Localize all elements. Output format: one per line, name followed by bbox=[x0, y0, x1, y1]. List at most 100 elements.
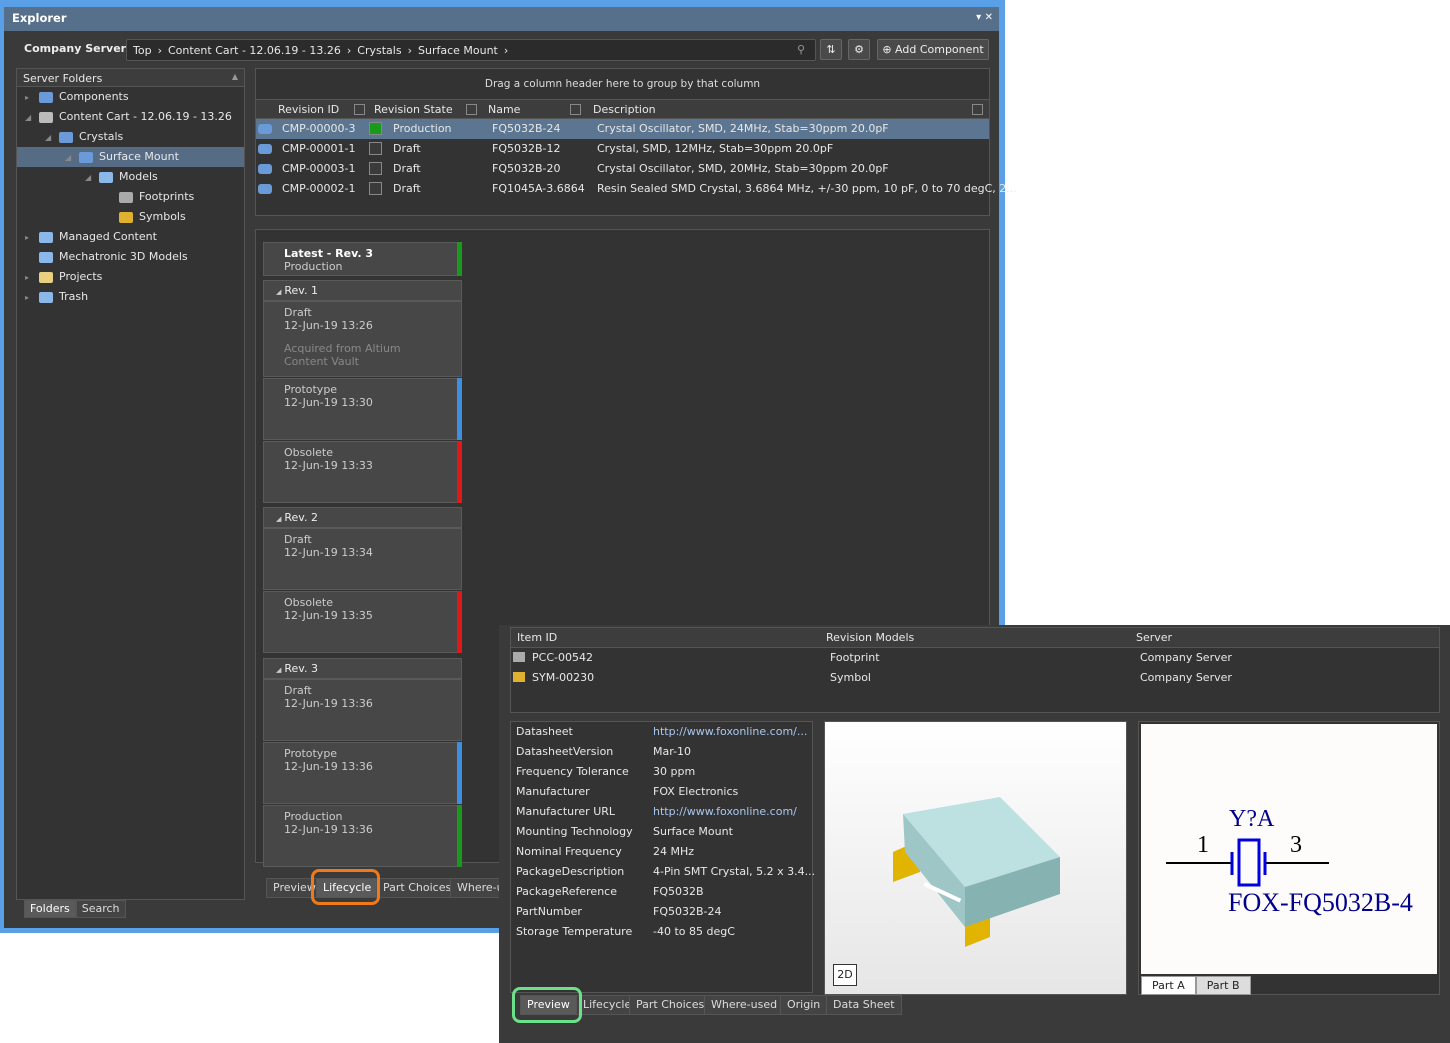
property-value: 24 MHz bbox=[653, 845, 695, 858]
lifecycle-state-card[interactable]: Draft 12-Jun-19 13:26 Acquired from Altium… bbox=[263, 301, 462, 377]
property-row: DatasheetVersion Mar-10 bbox=[511, 742, 812, 762]
folder-label: Components bbox=[59, 90, 129, 103]
tab-data-sheet[interactable]: Data Sheet bbox=[826, 995, 902, 1015]
lifecycle-state-card[interactable]: Obsolete 12-Jun-19 13:35 bbox=[263, 591, 462, 653]
search-icon[interactable]: ⚲ bbox=[797, 43, 805, 56]
2d-toggle-button[interactable]: 2D bbox=[833, 964, 857, 986]
part-tab-b[interactable]: Part B bbox=[1195, 976, 1251, 995]
tab-search[interactable]: Search bbox=[75, 900, 126, 918]
tab-where-used[interactable]: Where-used bbox=[704, 995, 785, 1015]
column-header[interactable]: Description bbox=[593, 103, 656, 116]
state-name: Prototype bbox=[284, 383, 338, 396]
add-component-button[interactable]: ⊕ Add Component bbox=[877, 39, 989, 60]
expand-arrow-icon[interactable]: ▸ bbox=[25, 268, 35, 288]
folder-item[interactable]: ▸ Trash bbox=[17, 287, 244, 307]
breadcrumb-item[interactable]: Top bbox=[133, 44, 152, 57]
column-header[interactable]: Name bbox=[488, 103, 520, 116]
lifecycle-state-card[interactable]: Draft 12-Jun-19 13:34 bbox=[263, 528, 462, 590]
table-row[interactable]: CMP-00002-1 Draft FQ1045A-3.6864 Resin Seal… bbox=[256, 179, 1017, 199]
property-value[interactable]: http://www.foxonline.com/ bbox=[653, 802, 797, 822]
column-header[interactable]: Revision State bbox=[374, 103, 453, 116]
symbol-designator: Y?A bbox=[1229, 806, 1275, 832]
lifecycle-state-card[interactable]: Production 12-Jun-19 13:36 bbox=[263, 805, 462, 867]
folder-item[interactable]: ◢ Models bbox=[17, 167, 244, 187]
breadcrumb-item[interactable]: Content Cart - 12.06.19 - 13.26 bbox=[168, 44, 341, 57]
revision-id: CMP-00001-1 bbox=[282, 142, 356, 155]
column-filter-icon[interactable] bbox=[354, 104, 365, 115]
state-name: Draft bbox=[284, 306, 312, 319]
folder-item[interactable]: ▸ Components bbox=[17, 87, 244, 107]
expand-arrow-icon[interactable]: ◢ bbox=[25, 108, 35, 128]
part-tab-a[interactable]: Part A bbox=[1141, 976, 1196, 995]
collapse-arrow-icon[interactable]: ◢ bbox=[276, 288, 281, 296]
table-row[interactable]: CMP-00001-1 Draft FQ5032B-12 Crystal, SMD, … bbox=[256, 139, 989, 159]
component-icon bbox=[79, 151, 93, 163]
table-row[interactable]: CMP-00000-3 Production FQ5032B-24 Crystal O… bbox=[256, 119, 989, 139]
property-value[interactable]: http://www.foxonline.com/... bbox=[653, 722, 807, 742]
settings-gear-icon[interactable]: ⚙ bbox=[848, 39, 870, 60]
server-dropdown[interactable]: Company Server ▾ bbox=[24, 42, 135, 55]
lifecycle-state-card[interactable]: Prototype 12-Jun-19 13:36 bbox=[263, 742, 462, 804]
window-controls[interactable]: ▾ ✕ bbox=[976, 12, 993, 23]
lifecycle-state-card[interactable]: Prototype 12-Jun-19 13:30 bbox=[263, 378, 462, 440]
column-header[interactable]: Revision ID bbox=[278, 103, 339, 116]
refresh-button[interactable]: ⇅ bbox=[820, 39, 842, 60]
expand-arrow-icon[interactable]: ▸ bbox=[25, 288, 35, 308]
folder-label: Surface Mount bbox=[99, 150, 179, 163]
tab-origin[interactable]: Origin bbox=[780, 995, 828, 1015]
server: Company Server bbox=[1140, 651, 1232, 664]
expand-arrow-icon[interactable]: ◢ bbox=[85, 168, 95, 188]
folder-label: Footprints bbox=[139, 190, 195, 203]
model-row[interactable]: PCC-00542 Footprint Company Server bbox=[511, 648, 1439, 668]
folder-item[interactable]: Symbols bbox=[17, 207, 244, 227]
folder-item[interactable]: ◢ Surface Mount bbox=[17, 147, 244, 167]
collapse-arrow-icon[interactable]: ◢ bbox=[276, 666, 281, 674]
property-name: Manufacturer URL bbox=[516, 805, 616, 818]
folder-item[interactable]: ▸ Managed Content bbox=[17, 227, 244, 247]
column-header[interactable]: Revision Models bbox=[826, 631, 914, 644]
lifecycle-state-card[interactable]: Draft 12-Jun-19 13:36 bbox=[263, 679, 462, 741]
expand-arrow-icon[interactable]: ▸ bbox=[25, 228, 35, 248]
column-header[interactable]: Item ID bbox=[517, 631, 557, 644]
latest-revision-card[interactable]: Latest - Rev. 3 Production bbox=[263, 242, 462, 276]
tab-part-choices[interactable]: Part Choices bbox=[629, 995, 712, 1015]
column-filter-icon[interactable] bbox=[972, 104, 983, 115]
symbol-icon bbox=[513, 672, 525, 682]
column-filter-icon[interactable] bbox=[466, 104, 477, 115]
folder-item[interactable]: Mechatronic 3D Models bbox=[17, 247, 244, 267]
revision-header[interactable]: ◢ Rev. 2 bbox=[263, 507, 462, 528]
server-folders-panel: Server Folders ▲ ▸ Components ◢ Content Cart… bbox=[16, 68, 245, 900]
tab-part choices[interactable]: Part Choices bbox=[376, 878, 459, 898]
folder-item[interactable]: ◢ Content Cart - 12.06.19 - 13.26 bbox=[17, 107, 244, 127]
latest-title: Latest - Rev. 3 bbox=[284, 247, 374, 260]
breadcrumb-item[interactable]: Surface Mount bbox=[418, 44, 498, 57]
collapse-arrow-icon[interactable]: ◢ bbox=[276, 515, 281, 523]
expand-arrow-icon[interactable]: ▸ bbox=[25, 88, 35, 108]
3d-preview[interactable]: 2D bbox=[824, 721, 1127, 995]
folder-item[interactable]: ▸ Projects bbox=[17, 267, 244, 287]
project-icon bbox=[39, 271, 53, 283]
expand-arrow-icon[interactable]: ◢ bbox=[65, 148, 75, 168]
column-header[interactable]: Server bbox=[1136, 631, 1172, 644]
revision-id: CMP-00002-1 bbox=[282, 182, 356, 195]
table-row[interactable]: CMP-00003-1 Draft FQ5032B-20 Crystal Oscill… bbox=[256, 159, 989, 179]
lifecycle-state-card[interactable]: Obsolete 12-Jun-19 13:33 bbox=[263, 441, 462, 503]
breadcrumb[interactable]: Top › Content Cart - 12.06.19 - 13.26 › Crys… bbox=[126, 39, 816, 61]
folder-label: Crystals bbox=[79, 130, 124, 143]
tab-folders[interactable]: Folders bbox=[24, 900, 76, 918]
footprint-icon bbox=[119, 191, 133, 203]
state-name: Prototype bbox=[284, 747, 338, 760]
folder-item[interactable]: ◢ Crystals bbox=[17, 127, 244, 147]
property-name: PackageDescription bbox=[516, 865, 625, 878]
breadcrumb-item[interactable]: Crystals bbox=[357, 44, 401, 57]
property-row: Manufacturer FOX Electronics bbox=[511, 782, 812, 802]
state-name: Obsolete bbox=[284, 446, 334, 459]
revision-state: Draft bbox=[393, 142, 421, 155]
revision-header[interactable]: ◢ Rev. 1 bbox=[263, 280, 462, 301]
column-filter-icon[interactable] bbox=[570, 104, 581, 115]
folder-item[interactable]: Footprints bbox=[17, 187, 244, 207]
expand-arrow-icon[interactable]: ◢ bbox=[45, 128, 55, 148]
title-text: Explorer bbox=[12, 11, 67, 25]
revision-header[interactable]: ◢ Rev. 3 bbox=[263, 658, 462, 679]
model-row[interactable]: SYM-00230 Symbol Company Server bbox=[511, 668, 1439, 688]
